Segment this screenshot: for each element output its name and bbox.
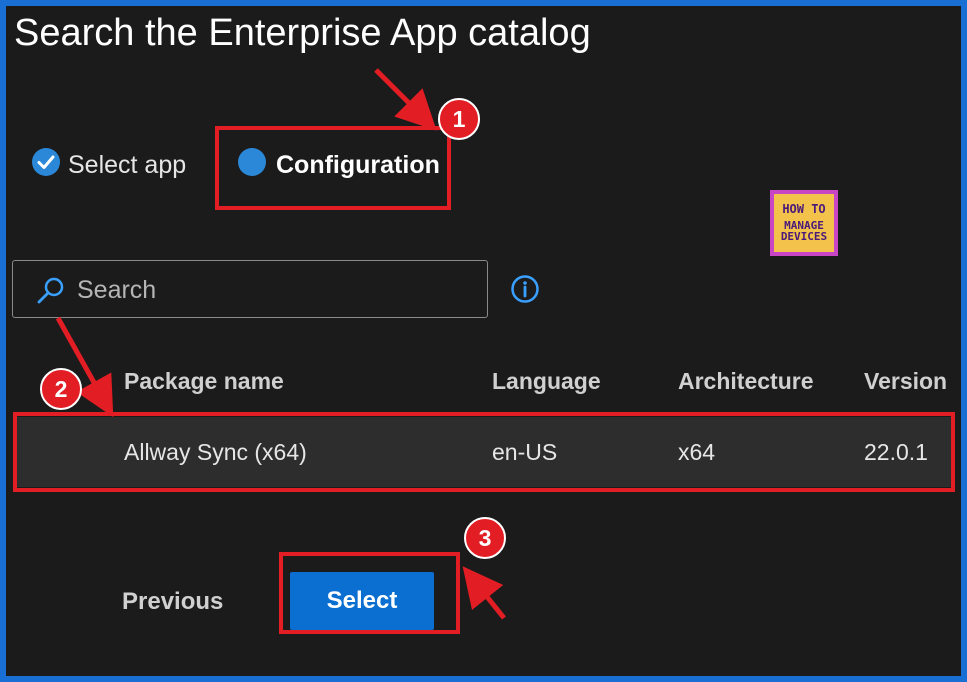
cell-language: en-US: [492, 439, 558, 465]
wizard-step-label: Select app: [68, 151, 187, 179]
cell-version: 22.0.1: [864, 439, 928, 465]
select-button[interactable]: Select: [290, 572, 434, 630]
search-box[interactable]: [12, 260, 488, 318]
table-row[interactable]: Allway Sync (x64) en-US x64 22.0.1: [16, 417, 951, 487]
info-icon[interactable]: [510, 274, 540, 309]
wizard-step-label: Configuration: [276, 151, 440, 179]
logo-line-1: HOW TO: [782, 202, 826, 217]
cell-architecture: x64: [678, 439, 716, 465]
column-header-package-name[interactable]: Package name: [124, 368, 284, 395]
wizard-step-configuration[interactable]: Configuration: [238, 148, 448, 188]
app-catalog-panel: Search the Enterprise App catalog Select…: [6, 6, 961, 676]
previous-button[interactable]: Previous: [122, 588, 223, 616]
wizard-step-select-app[interactable]: Select app: [32, 148, 212, 188]
page-title: Search the Enterprise App catalog: [14, 12, 591, 54]
annotation-badge-1: 1: [438, 98, 480, 140]
arrow-to-configuration: [374, 68, 437, 131]
search-input[interactable]: [75, 271, 469, 309]
checkmark-icon: [32, 148, 60, 176]
annotation-arrows: [55, 68, 506, 620]
howto-manage-devices-logo: HOW TO MANAGE DEVICES: [770, 190, 838, 256]
column-header-architecture[interactable]: Architecture: [678, 368, 813, 395]
current-step-dot-icon: [238, 148, 266, 176]
annotation-badge-2: 2: [40, 368, 82, 410]
search-icon: [35, 275, 67, 312]
logo-line-3: DEVICES: [780, 230, 828, 244]
column-header-version[interactable]: Version: [864, 368, 947, 395]
arrow-to-select-button: [462, 566, 506, 620]
cell-package-name: Allway Sync (x64): [124, 439, 307, 465]
annotation-badge-3: 3: [464, 517, 506, 559]
table-header: Package name Language Architecture Versi…: [6, 362, 961, 402]
column-header-language[interactable]: Language: [492, 368, 601, 395]
